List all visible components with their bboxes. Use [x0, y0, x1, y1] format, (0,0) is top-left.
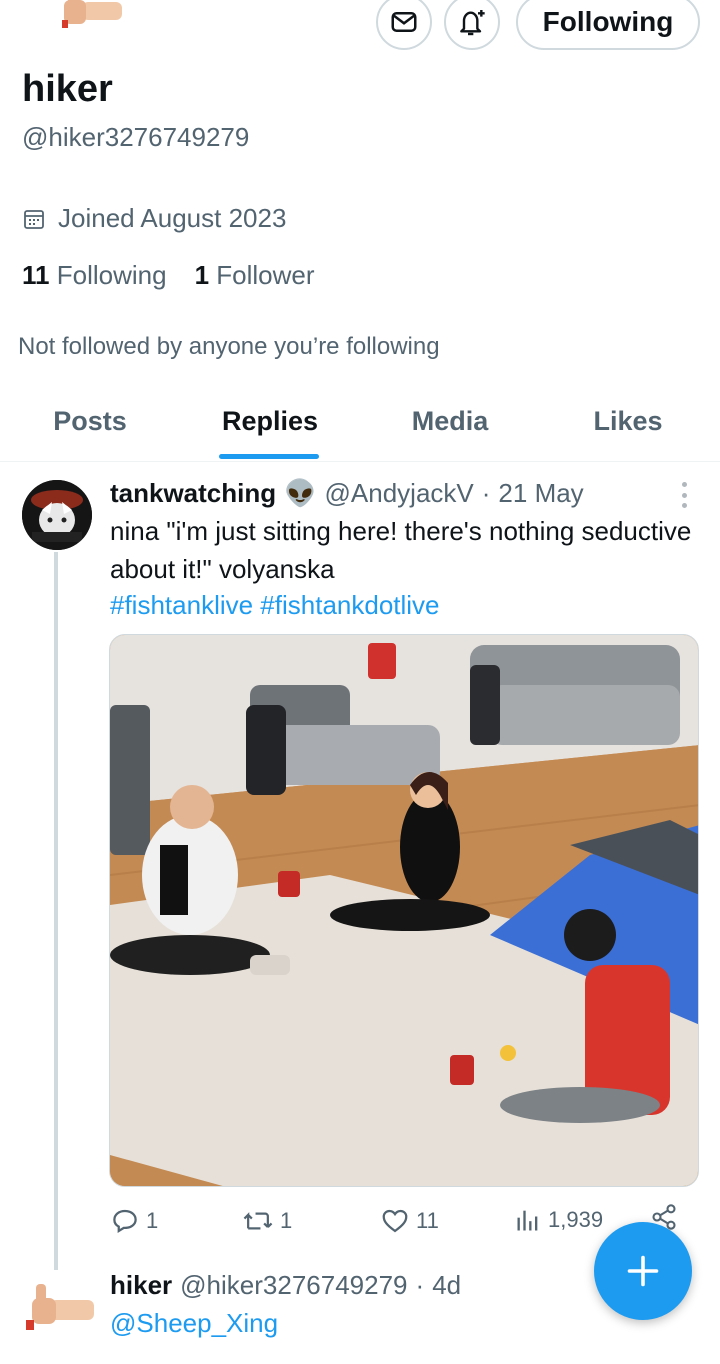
reply-author-avatar[interactable]	[24, 1282, 96, 1334]
joined-text: Joined August 2023	[58, 203, 287, 233]
tweet-author-handle[interactable]: @AndyjackV	[325, 478, 474, 509]
follow-stats: 11 Following 1 Follower	[22, 260, 315, 291]
profile-avatar[interactable]	[52, 0, 124, 34]
reply-header: hiker @hiker3276749279 · 4d	[110, 1270, 461, 1301]
reply-action[interactable]: 1	[110, 1206, 158, 1236]
tweet-header: tankwatching 👽 @AndyjackV · 21 May	[110, 478, 584, 509]
tweet-actions: 1 1 11 1,939	[110, 1204, 690, 1240]
like-action[interactable]: 11	[380, 1206, 439, 1236]
reply-icon	[113, 1209, 137, 1234]
plus-icon	[627, 1255, 659, 1287]
following-button[interactable]: Following	[516, 0, 700, 50]
views-count: 1,939	[548, 1207, 604, 1232]
alien-emoji: 👽	[284, 478, 317, 508]
notification-bell-icon	[460, 10, 485, 36]
retweet-action[interactable]: 1	[242, 1206, 292, 1236]
retweet-icon	[243, 1212, 273, 1230]
followers-link[interactable]: 1 Follower	[195, 260, 315, 291]
active-tab-indicator	[219, 454, 319, 459]
not-followed-notice: Not followed by anyone you’re following	[18, 333, 440, 360]
following-link[interactable]: 11 Following	[22, 260, 167, 291]
joined-date: Joined August 2023	[22, 203, 286, 234]
tab-media[interactable]: Media	[360, 406, 540, 437]
message-icon	[391, 12, 417, 32]
more-options-icon[interactable]	[676, 482, 692, 508]
tab-posts[interactable]: Posts	[0, 406, 180, 437]
reply-author-name[interactable]: hiker	[110, 1270, 172, 1301]
notification-button[interactable]	[444, 0, 500, 50]
reply-mention-link[interactable]: @Sheep_Xing	[110, 1308, 278, 1339]
like-count: 11	[416, 1208, 439, 1233]
tab-likes[interactable]: Likes	[538, 406, 718, 437]
tweet-media-image[interactable]	[109, 634, 699, 1187]
profile-display-name: hiker	[22, 68, 113, 110]
calendar-icon	[24, 209, 44, 229]
profile-handle: @hiker3276749279	[22, 122, 250, 152]
views-action[interactable]: 1,939	[514, 1206, 603, 1234]
reply-count: 1	[146, 1208, 159, 1233]
reply-author-handle[interactable]: @hiker3276749279	[180, 1270, 407, 1301]
thread-connector-line	[54, 552, 58, 1270]
tweet-hashtags[interactable]: #fishtanklive #fishtankdotlive	[110, 588, 440, 622]
following-label: Following	[56, 260, 167, 290]
tweet-author-avatar[interactable]	[22, 480, 92, 550]
following-count: 11	[22, 260, 50, 290]
meta-separator: ·	[481, 478, 491, 508]
tweet-date[interactable]: 21 May	[498, 478, 583, 509]
profile-tabs: Posts Replies Media Likes	[0, 390, 720, 462]
retweet-count: 1	[280, 1208, 293, 1233]
reply-meta-separator: ·	[415, 1270, 425, 1300]
heart-icon	[382, 1209, 408, 1233]
reply-time[interactable]: 4d	[432, 1270, 461, 1301]
tweet-text: nina "i'm just sitting here! there's not…	[110, 516, 692, 584]
followers-label: Follower	[216, 260, 315, 290]
followers-count: 1	[194, 260, 210, 290]
tweet-author-name[interactable]: tankwatching	[110, 478, 276, 509]
compose-button[interactable]	[594, 1222, 692, 1320]
views-chart-icon	[517, 1210, 538, 1231]
tab-replies[interactable]: Replies	[180, 406, 360, 437]
message-button[interactable]	[376, 0, 432, 50]
